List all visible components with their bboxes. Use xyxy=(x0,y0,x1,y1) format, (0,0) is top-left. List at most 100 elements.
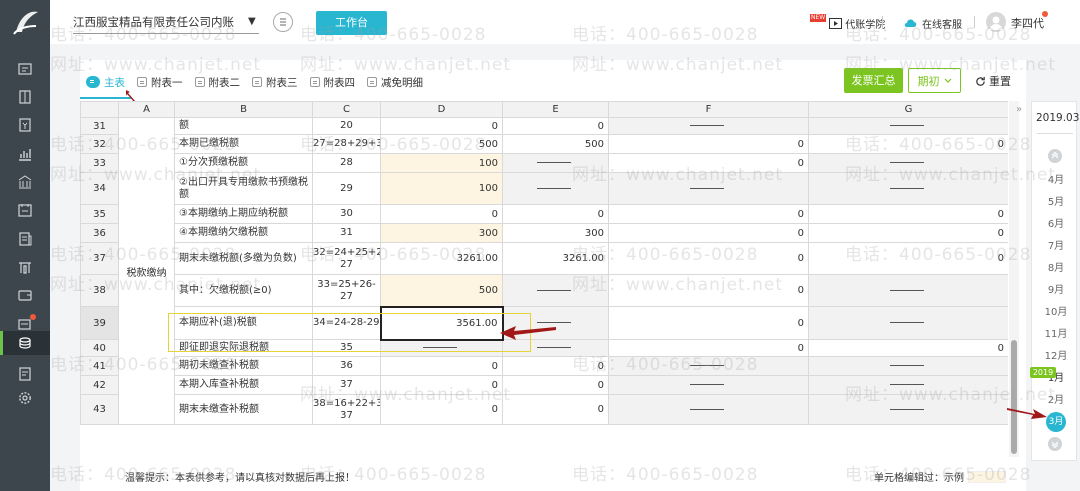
col-d-value[interactable]: 3261.00 xyxy=(380,242,503,275)
line-formula-cell[interactable]: 29 xyxy=(312,172,381,205)
item-name-cell[interactable]: ②出口开具专用缴款书预缴税额 xyxy=(174,172,313,205)
line-formula-cell[interactable]: 20 xyxy=(312,117,381,135)
column-header[interactable]: A xyxy=(118,101,175,118)
sidebar-voucher-icon[interactable] xyxy=(0,57,50,81)
period-dropdown[interactable]: 期初 xyxy=(908,68,961,93)
online-service-link[interactable]: 在线客服 xyxy=(904,14,962,32)
col-g-value[interactable]: 0 xyxy=(808,134,1008,154)
item-name-cell[interactable]: 期初未缴查补税额 xyxy=(174,356,313,376)
item-name-cell[interactable]: 本期入库查补税额 xyxy=(174,375,313,395)
col-g-value[interactable] xyxy=(808,394,1008,425)
col-f-value[interactable] xyxy=(608,172,809,205)
sidebar-invoice-icon[interactable] xyxy=(0,113,50,137)
sidebar-print-icon[interactable] xyxy=(0,362,50,386)
col-g-value[interactable] xyxy=(808,172,1008,205)
agent-college-link[interactable]: NEW 代账学院 xyxy=(810,14,885,32)
col-d-value[interactable]: 0 xyxy=(380,394,503,425)
username[interactable]: 李四代 xyxy=(1011,15,1044,31)
scrollbar-thumb[interactable] xyxy=(1011,340,1017,454)
col-f-value[interactable]: 0 xyxy=(608,134,809,154)
col-f-value[interactable]: 0 xyxy=(608,339,809,357)
row-number[interactable]: 39 xyxy=(80,306,119,340)
row-number[interactable]: 31 xyxy=(80,117,119,135)
month-current[interactable]: 3月 xyxy=(1046,412,1066,432)
col-d-value[interactable]: 300 xyxy=(380,223,503,243)
col-e-value[interactable] xyxy=(502,153,609,173)
account-list-button[interactable] xyxy=(273,12,293,32)
sidebar-report-chart-icon[interactable] xyxy=(0,142,50,166)
company-select[interactable]: 江西服宝精品有限责任公司内账 xyxy=(73,14,259,34)
col-f-value[interactable]: 0 xyxy=(608,204,809,224)
month-item[interactable]: 7月 xyxy=(1036,237,1076,252)
month-item[interactable]: 10月 xyxy=(1036,303,1076,318)
line-formula-cell[interactable]: 35 xyxy=(312,339,381,357)
item-name-cell[interactable]: ④本期缴纳欠缴税额 xyxy=(174,223,313,243)
row-number[interactable]: 34 xyxy=(80,172,119,205)
column-header[interactable]: F xyxy=(608,101,809,118)
row-number[interactable]: 35 xyxy=(80,204,119,224)
row-number[interactable]: 43 xyxy=(80,394,119,425)
col-f-value[interactable]: 0 xyxy=(608,274,809,307)
col-f-value[interactable]: 0 xyxy=(608,153,809,173)
col-g-value[interactable] xyxy=(808,117,1008,135)
col-e-value[interactable]: 0 xyxy=(502,204,609,224)
line-formula-cell[interactable]: 27=28+29+30 xyxy=(312,134,381,154)
merged-category-cell[interactable]: 税款缴纳 xyxy=(118,117,175,425)
corner-cell[interactable] xyxy=(80,101,119,118)
column-header[interactable]: G xyxy=(808,101,1008,118)
col-e-value[interactable]: 500 xyxy=(502,134,609,154)
col-g-value[interactable]: 0 xyxy=(808,339,1008,357)
col-e-value[interactable]: 0 xyxy=(502,356,609,376)
col-f-value[interactable] xyxy=(608,394,809,425)
avatar[interactable] xyxy=(986,12,1006,32)
col-d-value[interactable] xyxy=(380,339,503,357)
col-e-value[interactable]: 0 xyxy=(502,117,609,135)
row-number[interactable]: 32 xyxy=(80,134,119,154)
column-header[interactable]: C xyxy=(312,101,381,118)
col-d-value[interactable]: 500 xyxy=(380,134,503,154)
sidebar-document-icon[interactable] xyxy=(0,227,50,251)
col-e-value[interactable]: 3261.00 xyxy=(502,242,609,275)
item-name-cell[interactable]: ①分次预缴税额 xyxy=(174,153,313,173)
line-formula-cell[interactable]: 38=16+22+36-37 xyxy=(312,394,381,425)
item-name-cell[interactable]: 期末未缴税额(多缴为负数) xyxy=(174,242,313,275)
col-f-value[interactable] xyxy=(608,117,809,135)
row-number[interactable]: 42 xyxy=(80,375,119,395)
month-item[interactable]: 6月 xyxy=(1036,215,1076,230)
sidebar-bank-icon[interactable] xyxy=(0,170,50,194)
col-f-value[interactable] xyxy=(608,375,809,395)
column-header[interactable]: D xyxy=(380,101,503,118)
tab-schedule-4[interactable]: 附表四 xyxy=(304,68,362,96)
item-name-cell[interactable]: 本期应补(退)税额 xyxy=(174,306,313,340)
row-number[interactable]: 38 xyxy=(80,274,119,307)
month-item[interactable]: 12月 xyxy=(1036,347,1076,362)
tab-schedule-3[interactable]: 附表三 xyxy=(246,68,304,96)
line-formula-cell[interactable]: 36 xyxy=(312,356,381,376)
line-formula-cell[interactable]: 31 xyxy=(312,223,381,243)
sidebar-asset-icon[interactable] xyxy=(0,255,50,279)
col-g-value[interactable] xyxy=(808,274,1008,307)
col-e-value[interactable] xyxy=(502,274,609,307)
col-e-value[interactable]: 300 xyxy=(502,223,609,243)
col-e-value[interactable] xyxy=(502,339,609,357)
sidebar-calendar-icon[interactable] xyxy=(0,198,50,222)
col-g-value[interactable]: 0 xyxy=(808,242,1008,275)
col-e-value[interactable]: 0 xyxy=(502,394,609,425)
collapse-panel-icon[interactable]: » xyxy=(1016,104,1028,118)
col-g-value[interactable] xyxy=(808,356,1008,376)
line-formula-cell[interactable]: 32=24+25+26-27 xyxy=(312,242,381,275)
month-item[interactable]: 5月 xyxy=(1036,193,1076,208)
col-f-value[interactable]: 0 xyxy=(608,306,809,340)
column-header[interactable]: B xyxy=(174,101,313,118)
workbench-button[interactable]: 工作台 xyxy=(316,11,387,35)
invoice-summary-button[interactable]: 发票汇总 xyxy=(844,68,903,93)
reset-button[interactable]: 重置 xyxy=(975,72,1011,90)
col-g-value[interactable] xyxy=(808,375,1008,395)
col-d-value[interactable]: 3561.00 xyxy=(379,305,504,341)
line-formula-cell[interactable]: 34=24-28-29 xyxy=(312,306,381,340)
month-item[interactable]: 11月 xyxy=(1036,325,1076,340)
month-item[interactable]: 8月 xyxy=(1036,259,1076,274)
month-item[interactable]: 4月 xyxy=(1036,171,1076,186)
item-name-cell[interactable]: ③本期缴纳上期应纳税额 xyxy=(174,204,313,224)
col-g-value[interactable] xyxy=(808,306,1008,340)
